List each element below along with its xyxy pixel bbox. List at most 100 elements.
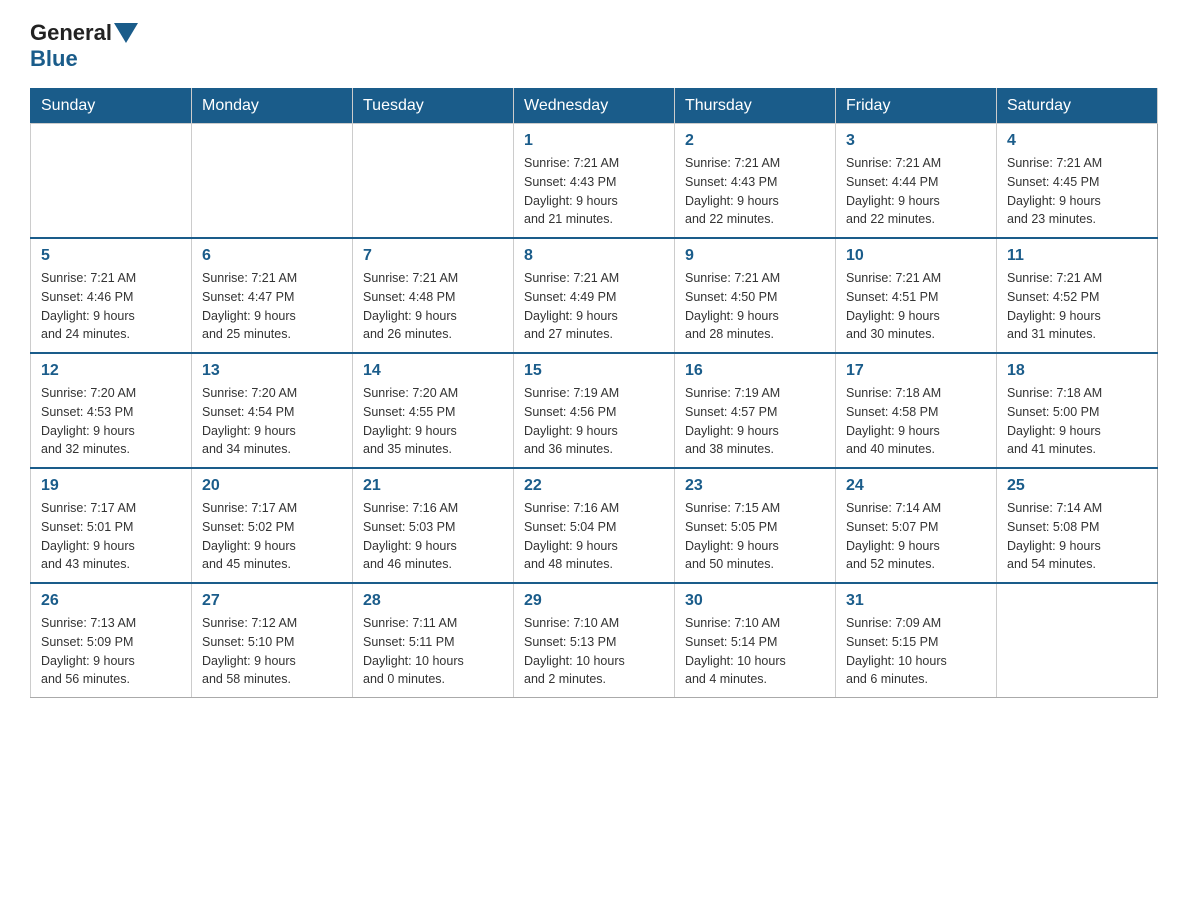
day-number: 22: [524, 477, 664, 495]
day-number: 15: [524, 362, 664, 380]
day-info: Sunrise: 7:09 AM Sunset: 5:15 PM Dayligh…: [846, 614, 986, 689]
day-info: Sunrise: 7:10 AM Sunset: 5:14 PM Dayligh…: [685, 614, 825, 689]
calendar-week-row: 5 Sunrise: 7:21 AM Sunset: 4:46 PM Daylig…: [31, 238, 1158, 353]
logo: General Blue: [30, 20, 140, 72]
calendar-cell: 2 Sunrise: 7:21 AM Sunset: 4:43 PM Daylig…: [675, 124, 836, 239]
weekday-header-monday: Monday: [192, 89, 353, 124]
day-number: 29: [524, 592, 664, 610]
day-info: Sunrise: 7:21 AM Sunset: 4:44 PM Dayligh…: [846, 154, 986, 229]
page-header: General Blue: [30, 20, 1158, 72]
day-number: 10: [846, 247, 986, 265]
calendar-cell: 28Sunrise: 7:11 AM Sunset: 5:11 PM Dayli…: [353, 583, 514, 698]
day-number: 1: [524, 132, 664, 150]
day-info: Sunrise: 7:15 AM Sunset: 5:05 PM Dayligh…: [685, 499, 825, 574]
calendar-cell: 1 Sunrise: 7:21 AM Sunset: 4:43 PM Daylig…: [514, 124, 675, 239]
day-info: Sunrise: 7:16 AM Sunset: 5:04 PM Dayligh…: [524, 499, 664, 574]
calendar-week-row: 12 Sunrise: 7:20 AM Sunset: 4:53 PM Dayli…: [31, 353, 1158, 468]
calendar-cell: 24Sunrise: 7:14 AM Sunset: 5:07 PM Dayli…: [836, 468, 997, 583]
day-info: Sunrise: 7:16 AM Sunset: 5:03 PM Dayligh…: [363, 499, 503, 574]
day-info: Sunrise: 7:20 AM Sunset: 4:54 PM Dayligh…: [202, 384, 342, 459]
calendar-cell: 25 Sunrise: 7:14 AM Sunset: 5:08 PM Dayli…: [997, 468, 1158, 583]
day-info: Sunrise: 7:21 AM Sunset: 4:46 PM Dayligh…: [41, 269, 181, 344]
calendar-cell: 11 Sunrise: 7:21 AM Sunset: 4:52 PM Dayli…: [997, 238, 1158, 353]
day-info: Sunrise: 7:21 AM Sunset: 4:43 PM Dayligh…: [685, 154, 825, 229]
day-number: 9: [685, 247, 825, 265]
day-info: Sunrise: 7:17 AM Sunset: 5:01 PM Dayligh…: [41, 499, 181, 574]
day-info: Sunrise: 7:19 AM Sunset: 4:57 PM Dayligh…: [685, 384, 825, 459]
calendar-cell: [353, 124, 514, 239]
day-number: 30: [685, 592, 825, 610]
day-info: Sunrise: 7:14 AM Sunset: 5:08 PM Dayligh…: [1007, 499, 1147, 574]
day-number: 27: [202, 592, 342, 610]
calendar-cell: 16Sunrise: 7:19 AM Sunset: 4:57 PM Dayli…: [675, 353, 836, 468]
weekday-header-tuesday: Tuesday: [353, 89, 514, 124]
calendar-cell: 19Sunrise: 7:17 AM Sunset: 5:01 PM Dayli…: [31, 468, 192, 583]
day-number: 5: [41, 247, 181, 265]
day-number: 24: [846, 477, 986, 495]
day-number: 6: [202, 247, 342, 265]
calendar-table: SundayMondayTuesdayWednesdayThursdayFrid…: [30, 88, 1158, 698]
day-number: 13: [202, 362, 342, 380]
calendar-cell: 20Sunrise: 7:17 AM Sunset: 5:02 PM Dayli…: [192, 468, 353, 583]
calendar-cell: 22 Sunrise: 7:16 AM Sunset: 5:04 PM Dayli…: [514, 468, 675, 583]
day-info: Sunrise: 7:21 AM Sunset: 4:49 PM Dayligh…: [524, 269, 664, 344]
day-info: Sunrise: 7:21 AM Sunset: 4:48 PM Dayligh…: [363, 269, 503, 344]
day-number: 2: [685, 132, 825, 150]
day-number: 25: [1007, 477, 1147, 495]
logo-triangle-icon: [114, 23, 138, 43]
calendar-cell: 30 Sunrise: 7:10 AM Sunset: 5:14 PM Dayli…: [675, 583, 836, 698]
day-info: Sunrise: 7:20 AM Sunset: 4:55 PM Dayligh…: [363, 384, 503, 459]
day-info: Sunrise: 7:10 AM Sunset: 5:13 PM Dayligh…: [524, 614, 664, 689]
calendar-cell: 6 Sunrise: 7:21 AM Sunset: 4:47 PM Daylig…: [192, 238, 353, 353]
calendar-cell: 3 Sunrise: 7:21 AM Sunset: 4:44 PM Daylig…: [836, 124, 997, 239]
calendar-cell: 18 Sunrise: 7:18 AM Sunset: 5:00 PM Dayli…: [997, 353, 1158, 468]
calendar-week-row: 26 Sunrise: 7:13 AM Sunset: 5:09 PM Dayli…: [31, 583, 1158, 698]
weekday-header-friday: Friday: [836, 89, 997, 124]
calendar-cell: 17Sunrise: 7:18 AM Sunset: 4:58 PM Dayli…: [836, 353, 997, 468]
calendar-cell: 26 Sunrise: 7:13 AM Sunset: 5:09 PM Dayli…: [31, 583, 192, 698]
calendar-cell: [192, 124, 353, 239]
day-number: 8: [524, 247, 664, 265]
day-number: 18: [1007, 362, 1147, 380]
day-number: 23: [685, 477, 825, 495]
weekday-header-sunday: Sunday: [31, 89, 192, 124]
day-info: Sunrise: 7:13 AM Sunset: 5:09 PM Dayligh…: [41, 614, 181, 689]
day-number: 21: [363, 477, 503, 495]
day-info: Sunrise: 7:19 AM Sunset: 4:56 PM Dayligh…: [524, 384, 664, 459]
day-info: Sunrise: 7:21 AM Sunset: 4:47 PM Dayligh…: [202, 269, 342, 344]
calendar-cell: 5 Sunrise: 7:21 AM Sunset: 4:46 PM Daylig…: [31, 238, 192, 353]
day-info: Sunrise: 7:21 AM Sunset: 4:43 PM Dayligh…: [524, 154, 664, 229]
day-info: Sunrise: 7:12 AM Sunset: 5:10 PM Dayligh…: [202, 614, 342, 689]
day-number: 12: [41, 362, 181, 380]
calendar-cell: 13 Sunrise: 7:20 AM Sunset: 4:54 PM Dayli…: [192, 353, 353, 468]
weekday-header-row: SundayMondayTuesdayWednesdayThursdayFrid…: [31, 89, 1158, 124]
calendar-cell: 12 Sunrise: 7:20 AM Sunset: 4:53 PM Dayli…: [31, 353, 192, 468]
calendar-cell: 10 Sunrise: 7:21 AM Sunset: 4:51 PM Dayli…: [836, 238, 997, 353]
day-info: Sunrise: 7:21 AM Sunset: 4:52 PM Dayligh…: [1007, 269, 1147, 344]
calendar-cell: 15 Sunrise: 7:19 AM Sunset: 4:56 PM Dayli…: [514, 353, 675, 468]
day-number: 31: [846, 592, 986, 610]
calendar-week-row: 19Sunrise: 7:17 AM Sunset: 5:01 PM Dayli…: [31, 468, 1158, 583]
day-number: 20: [202, 477, 342, 495]
day-info: Sunrise: 7:18 AM Sunset: 5:00 PM Dayligh…: [1007, 384, 1147, 459]
calendar-week-row: 1 Sunrise: 7:21 AM Sunset: 4:43 PM Daylig…: [31, 124, 1158, 239]
day-number: 3: [846, 132, 986, 150]
day-number: 26: [41, 592, 181, 610]
calendar-cell: 21 Sunrise: 7:16 AM Sunset: 5:03 PM Dayli…: [353, 468, 514, 583]
logo-blue-text: Blue: [30, 46, 78, 72]
day-info: Sunrise: 7:20 AM Sunset: 4:53 PM Dayligh…: [41, 384, 181, 459]
weekday-header-wednesday: Wednesday: [514, 89, 675, 124]
day-info: Sunrise: 7:21 AM Sunset: 4:51 PM Dayligh…: [846, 269, 986, 344]
calendar-cell: 7 Sunrise: 7:21 AM Sunset: 4:48 PM Daylig…: [353, 238, 514, 353]
day-number: 14: [363, 362, 503, 380]
day-info: Sunrise: 7:11 AM Sunset: 5:11 PM Dayligh…: [363, 614, 503, 689]
calendar-cell: 14 Sunrise: 7:20 AM Sunset: 4:55 PM Dayli…: [353, 353, 514, 468]
calendar-cell: 4Sunrise: 7:21 AM Sunset: 4:45 PM Daylig…: [997, 124, 1158, 239]
day-number: 7: [363, 247, 503, 265]
calendar-cell: 8 Sunrise: 7:21 AM Sunset: 4:49 PM Daylig…: [514, 238, 675, 353]
calendar-cell: 9 Sunrise: 7:21 AM Sunset: 4:50 PM Daylig…: [675, 238, 836, 353]
calendar-cell: 27 Sunrise: 7:12 AM Sunset: 5:10 PM Dayli…: [192, 583, 353, 698]
day-info: Sunrise: 7:21 AM Sunset: 4:50 PM Dayligh…: [685, 269, 825, 344]
weekday-header-saturday: Saturday: [997, 89, 1158, 124]
day-number: 11: [1007, 247, 1147, 265]
